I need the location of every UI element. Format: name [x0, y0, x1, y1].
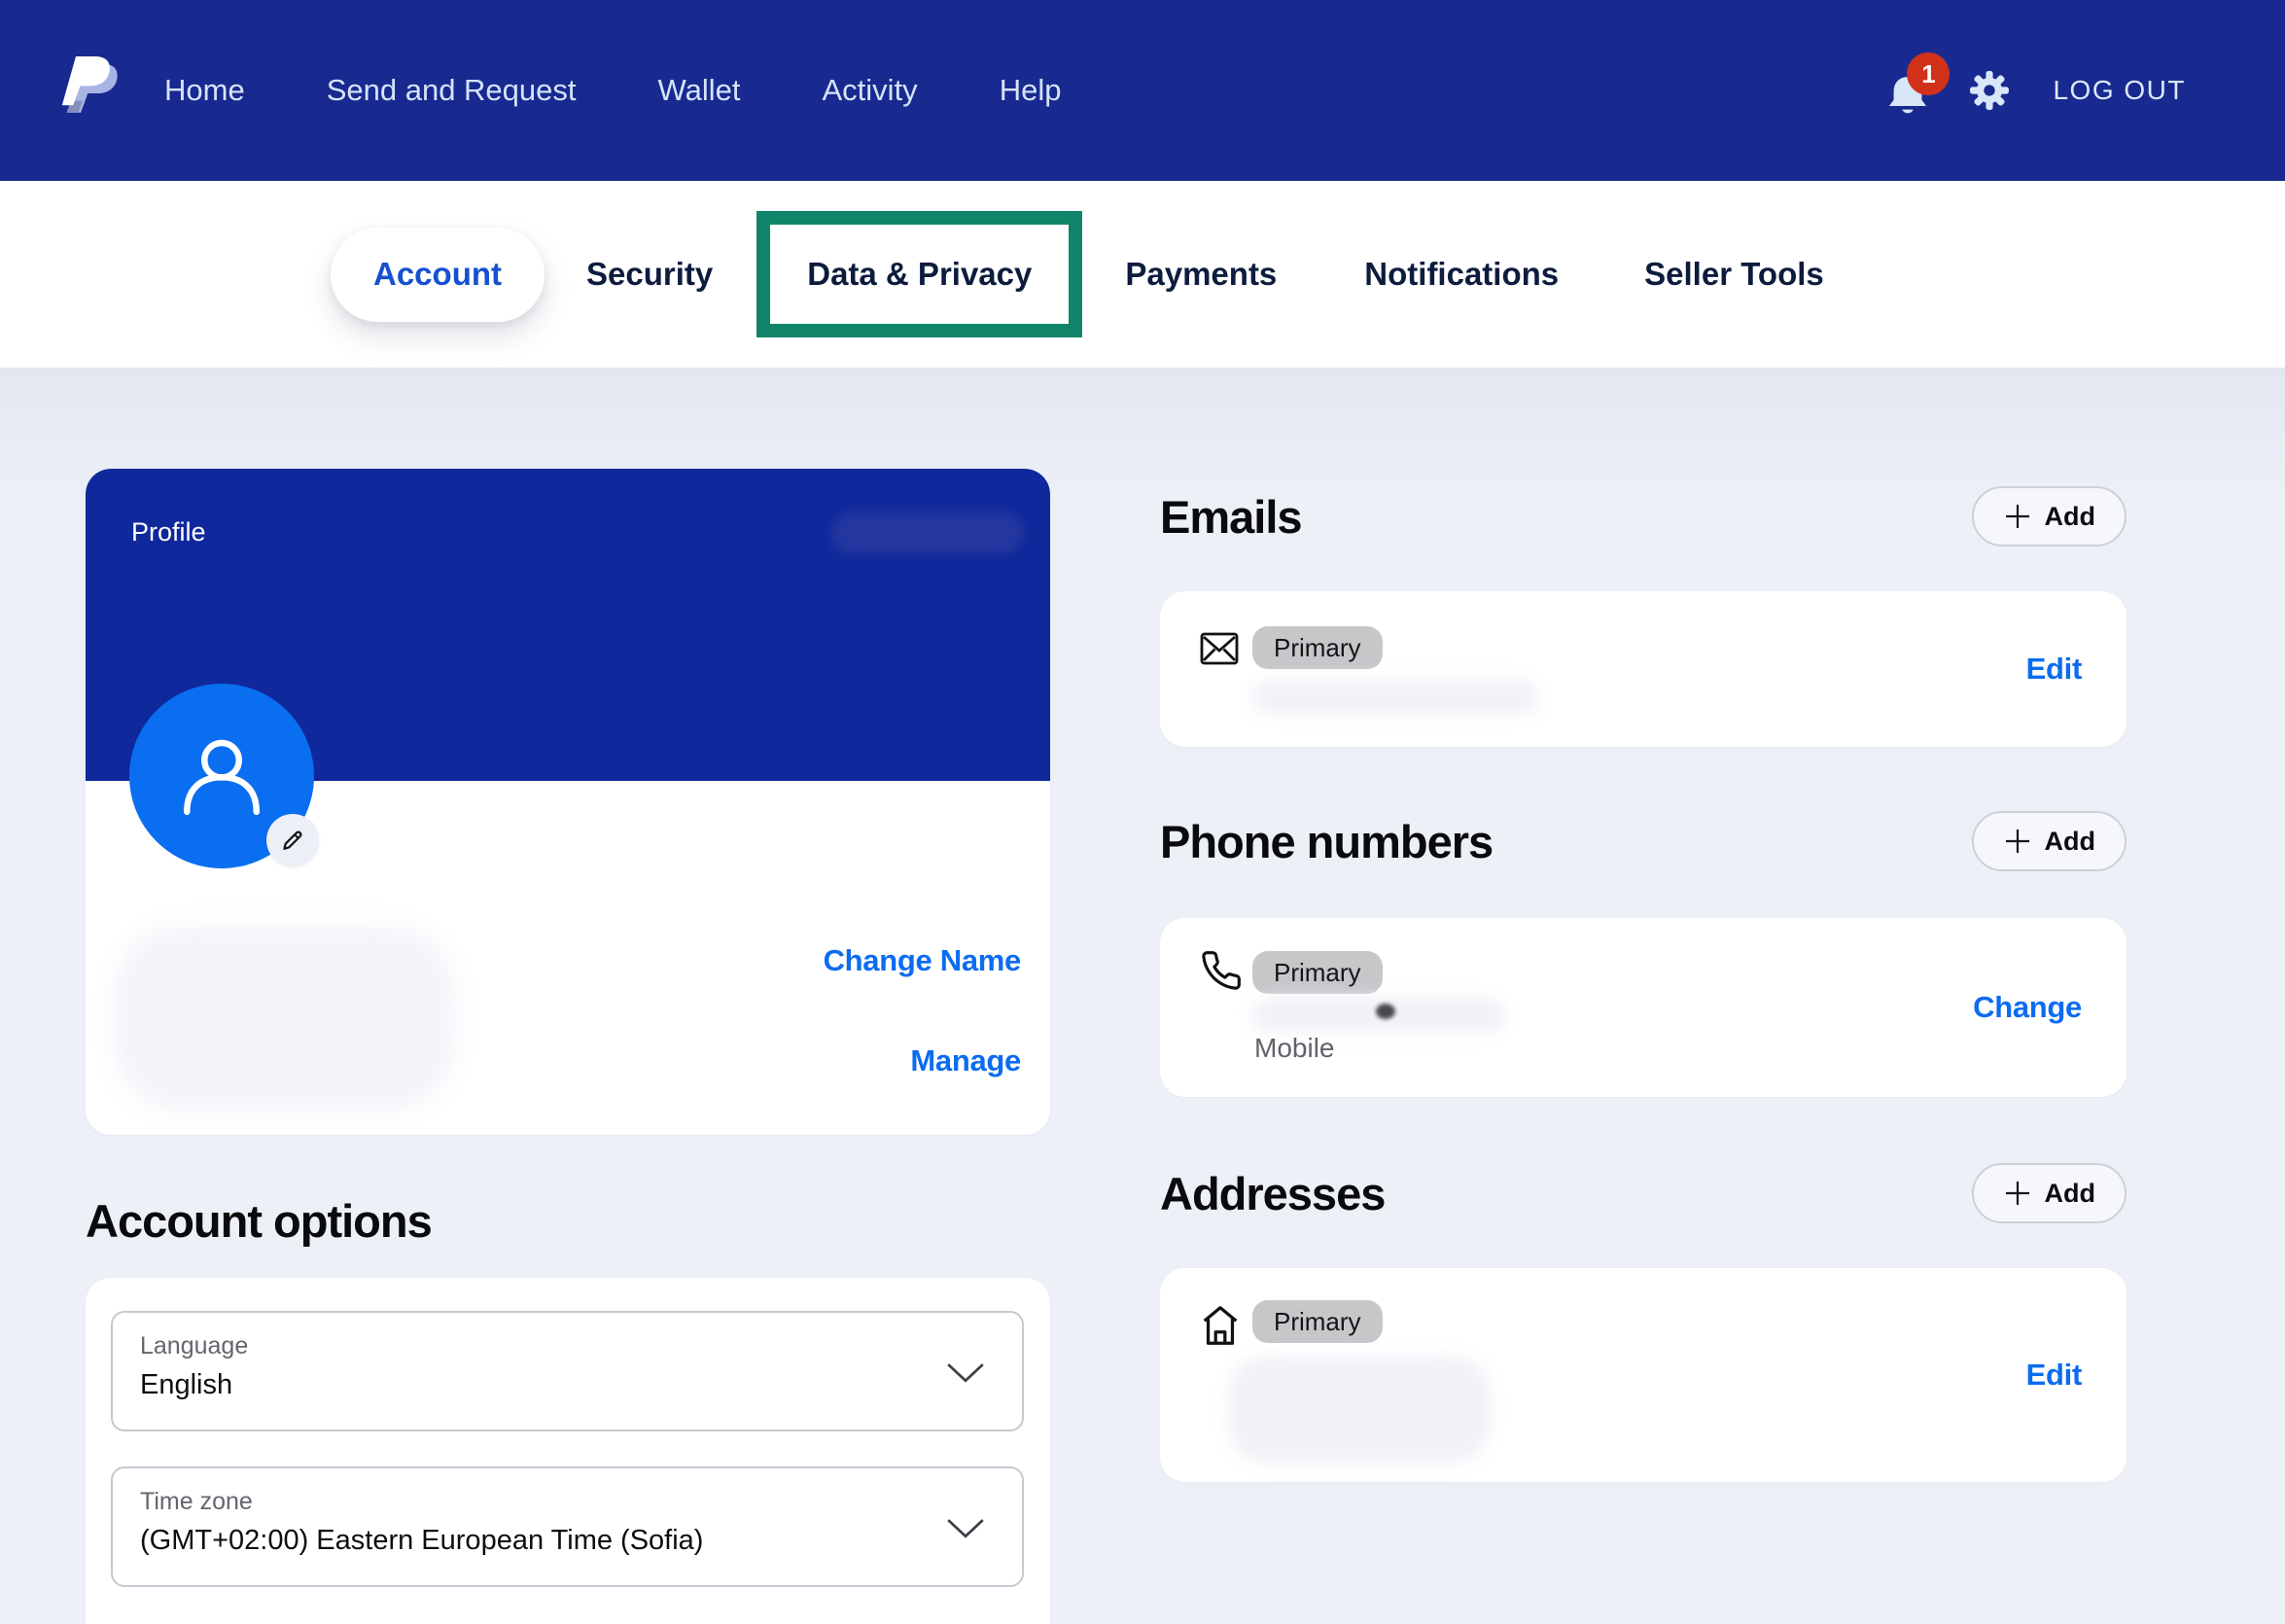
- notifications-bell-button[interactable]: 1: [1885, 62, 1930, 119]
- add-email-label: Add: [2045, 502, 2095, 532]
- redacted-profile-details: [115, 926, 455, 1111]
- add-phone-label: Add: [2045, 827, 2095, 857]
- tab-account-label: Account: [373, 256, 502, 293]
- logout-button[interactable]: LOG OUT: [2053, 75, 2186, 106]
- add-email-button[interactable]: Add: [1972, 486, 2127, 547]
- timezone-label: Time zone: [140, 1488, 253, 1516]
- add-address-button[interactable]: Add: [1972, 1163, 2127, 1223]
- nav-item-help[interactable]: Help: [1000, 73, 1062, 108]
- change-phone-link[interactable]: Change: [1973, 990, 2082, 1025]
- home-icon: [1198, 1303, 1243, 1348]
- primary-nav: Home Send and Request Wallet Activity He…: [164, 73, 1061, 108]
- account-options-heading: Account options: [86, 1194, 432, 1248]
- plus-icon: [2003, 502, 2032, 531]
- paypal-logo-icon[interactable]: [53, 46, 122, 135]
- phone-numbers-heading: Phone numbers: [1160, 815, 1493, 868]
- emails-heading: Emails: [1160, 490, 1302, 544]
- tab-data-privacy[interactable]: Data & Privacy: [807, 256, 1032, 293]
- edit-avatar-button[interactable]: [266, 814, 319, 866]
- tab-payments[interactable]: Payments: [1125, 256, 1277, 293]
- addresses-heading: Addresses: [1160, 1167, 1385, 1220]
- plus-icon: [2003, 827, 2032, 856]
- email-list-item: Primary Edit: [1160, 591, 2127, 747]
- tab-notifications[interactable]: Notifications: [1364, 256, 1559, 293]
- phone-type-label: Mobile: [1254, 1033, 1334, 1064]
- account-options-card: Language English Time zone (GMT+02:00) E…: [86, 1278, 1050, 1624]
- nav-item-send-and-request[interactable]: Send and Request: [327, 73, 577, 108]
- pencil-icon: [277, 825, 308, 856]
- nav-item-wallet[interactable]: Wallet: [658, 73, 741, 108]
- phones-header-row: Phone numbers Add: [1160, 811, 2127, 871]
- chevron-down-icon: [946, 1361, 985, 1385]
- primary-email-badge: Primary: [1252, 626, 1383, 669]
- primary-address-badge: Primary: [1252, 1300, 1383, 1343]
- chevron-down-icon: [946, 1517, 985, 1540]
- tab-security[interactable]: Security: [586, 256, 713, 293]
- settings-tabbar: Account Security Data & Privacy Payments…: [0, 181, 2285, 368]
- timezone-value: (GMT+02:00) Eastern European Time (Sofia…: [140, 1525, 703, 1557]
- annotation-highlight-box: Data & Privacy: [756, 211, 1082, 337]
- language-dropdown[interactable]: Language English: [111, 1311, 1024, 1431]
- phone-list-item: Primary Mobile Change: [1160, 918, 2127, 1097]
- main-content: Profile Change Name Manage Account optio…: [0, 368, 2285, 1624]
- envelope-icon: [1200, 632, 1239, 665]
- top-navbar: Home Send and Request Wallet Activity He…: [0, 0, 2285, 181]
- edit-address-link[interactable]: Edit: [2026, 1358, 2082, 1393]
- add-address-label: Add: [2045, 1179, 2095, 1209]
- edit-email-link[interactable]: Edit: [2026, 652, 2082, 687]
- settings-gear-button[interactable]: [1969, 70, 2010, 111]
- nav-item-activity[interactable]: Activity: [823, 73, 918, 108]
- nav-item-home[interactable]: Home: [164, 73, 245, 108]
- plus-icon: [2003, 1179, 2032, 1208]
- profile-card: Profile Change Name Manage: [86, 469, 1050, 1135]
- primary-phone-badge: Primary: [1252, 951, 1383, 994]
- address-list-item: Primary Edit: [1160, 1268, 2127, 1482]
- user-icon: [171, 725, 272, 827]
- timezone-dropdown[interactable]: Time zone (GMT+02:00) Eastern European T…: [111, 1466, 1024, 1587]
- tab-seller-tools[interactable]: Seller Tools: [1644, 256, 1824, 293]
- notification-count-badge: 1: [1907, 53, 1950, 95]
- gear-icon: [1969, 70, 2010, 111]
- language-value: English: [140, 1369, 232, 1401]
- add-phone-button[interactable]: Add: [1972, 811, 2127, 871]
- profile-card-title: Profile: [131, 517, 206, 547]
- redaction-smudge: [1376, 1004, 1395, 1019]
- phone-icon: [1200, 949, 1243, 992]
- navbar-right-group: 1 LOG OUT: [1885, 62, 2186, 119]
- language-label: Language: [140, 1332, 248, 1360]
- redacted-address: [1228, 1356, 1491, 1463]
- emails-header-row: Emails Add: [1160, 486, 2127, 547]
- change-name-link[interactable]: Change Name: [824, 943, 1021, 978]
- manage-link[interactable]: Manage: [910, 1043, 1021, 1078]
- redacted-account-name: [831, 512, 1024, 554]
- addresses-header-row: Addresses Add: [1160, 1163, 2127, 1223]
- redacted-email-address: [1252, 681, 1539, 714]
- tab-account[interactable]: Account: [331, 228, 545, 322]
